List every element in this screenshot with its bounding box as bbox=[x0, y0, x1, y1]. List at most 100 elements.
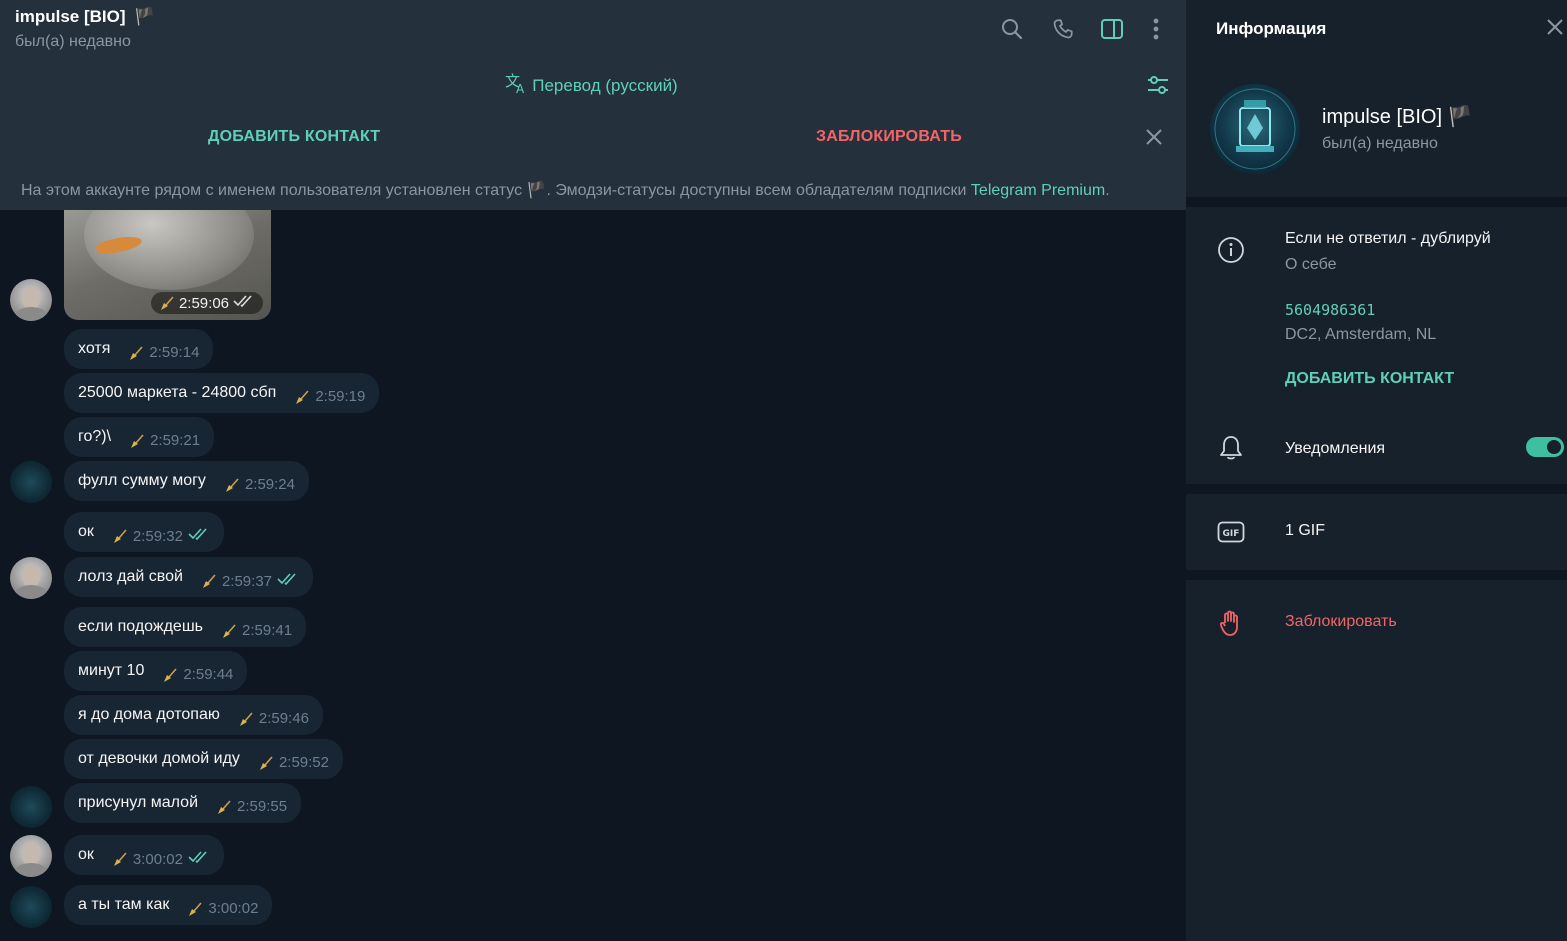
divider bbox=[1186, 197, 1567, 207]
chat-area: impulse [BIO] 🏴 был(а) недавно 文A Перево… bbox=[0, 0, 1186, 941]
message-time: 2:59:55 bbox=[237, 798, 288, 815]
avatar[interactable] bbox=[10, 835, 52, 877]
message-meta: 2:59:41 bbox=[221, 622, 292, 639]
broom-icon bbox=[221, 623, 237, 639]
notifications-label: Уведомления bbox=[1285, 440, 1386, 457]
search-icon[interactable] bbox=[999, 16, 1025, 42]
flag-england-icon: 🏴 bbox=[526, 182, 547, 199]
message-bubble[interactable]: я до дома дотопаю 2:59:46 bbox=[64, 695, 323, 735]
notice-text: На этом аккаунте рядом с именем пользова… bbox=[21, 182, 523, 199]
message-time: 2:59:06 bbox=[178, 294, 229, 312]
info-panel: Информация impulse [BIO] 🏴 был(а) недавн… bbox=[1186, 0, 1567, 941]
message-text: ок bbox=[78, 523, 94, 540]
message-time: 2:59:41 bbox=[242, 622, 293, 639]
broom-icon bbox=[112, 528, 128, 544]
add-contact-link[interactable]: ДОБАВИТЬ КОНТАКТ bbox=[1285, 370, 1454, 388]
message-time: 2:59:44 bbox=[183, 666, 234, 683]
message-meta: 2:59:46 bbox=[238, 710, 309, 727]
translate-label: Перевод (русский) bbox=[532, 75, 678, 95]
message-meta: 2:59:32 bbox=[112, 527, 210, 545]
message-text: 25000 маркета - 24800 сбп bbox=[78, 384, 277, 401]
more-vertical-icon[interactable] bbox=[1143, 16, 1169, 42]
broom-icon bbox=[162, 667, 178, 683]
avatar[interactable] bbox=[10, 461, 52, 503]
telegram-premium-link[interactable]: Telegram Premium bbox=[971, 182, 1105, 199]
message-meta: 2:59:44 bbox=[162, 666, 233, 683]
message-time: 2:59:19 bbox=[315, 388, 366, 405]
profile-avatar[interactable] bbox=[1210, 84, 1300, 174]
avatar[interactable] bbox=[10, 786, 52, 828]
message-time: 2:59:52 bbox=[278, 754, 329, 771]
message-bubble[interactable]: 25000 маркета - 24800 сбп 2:59:19 bbox=[64, 373, 380, 413]
message-bubble[interactable]: ок 2:59:32 bbox=[64, 512, 224, 552]
message-bubble[interactable]: хотя 2:59:14 bbox=[64, 329, 214, 369]
block-user-button[interactable]: Заблокировать bbox=[1285, 613, 1397, 631]
message-time: 2:59:32 bbox=[132, 527, 183, 545]
message-text: от девочки домой иду bbox=[78, 750, 240, 767]
message-bubble[interactable]: го?)\ 2:59:21 bbox=[64, 417, 215, 457]
double-check-icon bbox=[188, 850, 210, 868]
block-button[interactable]: ЗАБЛОКИРОВАТЬ bbox=[816, 128, 962, 146]
message-text: хотя bbox=[78, 340, 111, 357]
broom-icon bbox=[112, 851, 128, 867]
close-icon[interactable] bbox=[1145, 128, 1163, 151]
close-icon[interactable] bbox=[1546, 18, 1564, 41]
chat-title[interactable]: impulse [BIO] 🏴 bbox=[15, 7, 155, 27]
add-contact-button[interactable]: ДОБАВИТЬ КОНТАКТ bbox=[208, 128, 380, 146]
bell-icon bbox=[1216, 433, 1246, 463]
avatar[interactable] bbox=[10, 886, 52, 928]
message-time: 2:59:21 bbox=[150, 432, 201, 449]
message-bubble[interactable]: ок 3:00:02 bbox=[64, 835, 224, 875]
message-meta: 2:59:37 bbox=[201, 572, 299, 590]
broom-icon bbox=[159, 295, 175, 311]
gif-message[interactable]: 2:59:06 bbox=[64, 210, 271, 320]
broom-icon bbox=[238, 711, 254, 727]
avatar[interactable] bbox=[10, 279, 52, 321]
message-meta: 2:59:55 bbox=[216, 798, 287, 815]
message-meta: 3:00:02 bbox=[112, 850, 210, 868]
message-text: а ты там как bbox=[78, 896, 170, 913]
message-text: если подождешь bbox=[78, 618, 203, 635]
message-time: 2:59:14 bbox=[149, 344, 200, 361]
phone-icon[interactable] bbox=[1050, 16, 1076, 42]
chat-header: impulse [BIO] 🏴 был(а) недавно 文A Перево… bbox=[0, 0, 1186, 210]
message-time: 2:59:24 bbox=[244, 476, 295, 493]
broom-icon bbox=[187, 901, 203, 917]
info-icon bbox=[1216, 235, 1246, 265]
premium-status-notice: На этом аккаунте рядом с именем пользова… bbox=[21, 180, 1110, 200]
bio-text[interactable]: Если не ответил - дублируй bbox=[1285, 230, 1491, 248]
message-time: 2:59:37 bbox=[221, 572, 272, 590]
svg-text:A: A bbox=[516, 82, 525, 94]
gif-icon: GIF bbox=[1216, 517, 1246, 547]
message-text: минут 10 bbox=[78, 662, 145, 679]
message-bubble[interactable]: присунул малой 2:59:55 bbox=[64, 783, 302, 823]
message-text: фулл сумму могу bbox=[78, 472, 206, 489]
message-bubble[interactable]: от девочки домой иду 2:59:52 bbox=[64, 739, 343, 779]
user-id[interactable]: 5604986361 bbox=[1285, 301, 1375, 319]
message-bubble[interactable]: а ты там как 3:00:02 bbox=[64, 885, 273, 925]
broom-icon bbox=[258, 755, 274, 771]
message-meta: 2:59:52 bbox=[258, 754, 329, 771]
message-list[interactable]: 2:59:06 хотя 2:59:14 25000 маркета - 24800… bbox=[0, 210, 1186, 941]
message-meta: 2:59:14 bbox=[128, 344, 199, 361]
message-text: я до дома дотопаю bbox=[78, 706, 220, 723]
message-bubble[interactable]: если подождешь 2:59:41 bbox=[64, 607, 307, 647]
info-title: Информация bbox=[1216, 19, 1327, 38]
divider bbox=[1186, 484, 1567, 494]
profile-name: impulse [BIO] 🏴 bbox=[1322, 104, 1473, 129]
avatar[interactable] bbox=[10, 557, 52, 599]
avatar-face bbox=[22, 843, 40, 865]
message-bubble[interactable]: минут 10 2:59:44 bbox=[64, 651, 248, 691]
sidebar-toggle-icon[interactable] bbox=[1099, 16, 1125, 42]
translate-bar[interactable]: 文A Перевод (русский) bbox=[0, 72, 1186, 99]
broom-icon bbox=[201, 573, 217, 589]
notifications-toggle[interactable] bbox=[1526, 437, 1564, 457]
message-bubble[interactable]: фулл сумму могу 2:59:24 bbox=[64, 461, 309, 501]
message-bubble[interactable]: лолз дай свой 2:59:37 bbox=[64, 557, 313, 597]
avatar-face bbox=[22, 565, 40, 587]
gif-count[interactable]: 1 GIF bbox=[1285, 522, 1325, 540]
avatar-face bbox=[22, 287, 40, 309]
broom-icon bbox=[129, 433, 145, 449]
avatar-shoulders bbox=[14, 863, 48, 877]
filter-settings-icon[interactable] bbox=[1146, 74, 1170, 101]
